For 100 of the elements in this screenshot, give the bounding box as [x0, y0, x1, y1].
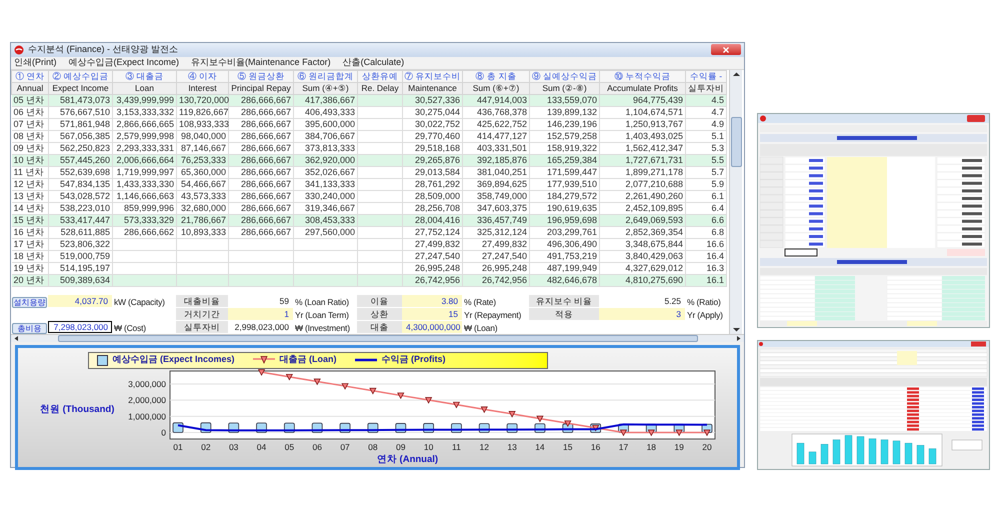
table-cell: 2,077,210,688: [625, 178, 683, 188]
table-cell: 358,749,000: [476, 190, 527, 200]
table-cell: 2,866,666,665: [116, 118, 174, 128]
close-button[interactable]: [711, 44, 741, 56]
table-cell: 11 년차: [14, 166, 44, 176]
scrollbar-thumb[interactable]: [730, 116, 742, 166]
legend-label: 대출금 (Loan): [280, 353, 337, 366]
table-cell: 286,666,667: [240, 118, 291, 128]
legend-triangle-line-icon: [252, 356, 275, 364]
table-cell: 28,004,416: [414, 214, 460, 224]
point: [676, 429, 683, 436]
table-cell: 2,293,333,331: [116, 142, 174, 152]
column-header: Sum (②-⑧): [530, 82, 600, 94]
table-cell: 6.8: [711, 226, 724, 236]
y-tick-label: 1,000,000: [128, 410, 166, 421]
input-field[interactable]: 3.80: [402, 295, 462, 307]
table-cell: 1,433,333,330: [116, 178, 174, 188]
table-cell: 286,666,667: [240, 166, 291, 176]
input-field[interactable]: 1: [228, 308, 293, 320]
x-tick-label: 08: [368, 442, 378, 452]
table-cell: 373,813,333: [304, 142, 355, 152]
column-header: ⑥ 원리금합계: [294, 70, 358, 82]
table-row[interactable]: 05 년차 581,473,073 3,439,999,999 130,720,000 286,666,667 417,386,667 30,527,336 447,914,003 133,559,070 964,775,439 4.5: [12, 94, 726, 106]
table-cell: 557,445,260: [60, 154, 110, 164]
table-cell: 3,439,999,999: [116, 94, 174, 104]
table-cell: 28,761,292: [414, 178, 460, 188]
table-cell: 5.5: [711, 154, 724, 164]
table-row[interactable]: 13 년차 543,028,572 1,146,666,663 43,573,333 286,666,667 330,240,000 28,509,000 358,749,000 184,279,572 2,261,490,260 6.1: [12, 190, 726, 202]
column-header: Expect Income: [48, 82, 112, 94]
table-cell: 533,417,447: [60, 214, 110, 224]
menu-item[interactable]: 인쇄(Print): [14, 56, 56, 70]
x-tick-label: 10: [424, 442, 434, 452]
table-cell: 16.6: [706, 238, 724, 248]
x-tick-label: 14: [535, 442, 545, 452]
table-cell: 28,256,708: [414, 202, 460, 212]
table-cell: 29,013,584: [414, 166, 460, 176]
input-field[interactable]: 3: [599, 308, 685, 320]
table-cell: 3,840,429,063: [625, 250, 683, 260]
table-cell: 406,493,333: [304, 106, 355, 116]
vertical-scrollbar[interactable]: [729, 70, 742, 334]
scrollbar-thumb[interactable]: [58, 334, 698, 342]
menu-item[interactable]: 산출(Calculate): [342, 56, 404, 70]
table-cell: 26,995,248: [414, 262, 460, 272]
table-cell: 362,920,000: [304, 154, 355, 164]
table-row[interactable]: 07 년차 571,861,948 2,866,666,665 108,933,333 286,666,667 395,600,000 30,022,752 425,622,752 146,239,196 1,250,913,767 4.9: [12, 118, 726, 130]
table-row[interactable]: 15 년차 533,417,447 573,333,329 21,786,667 286,666,667 308,453,333 28,004,416 336,457,749 196,959,698 2,649,069,593 6.6: [12, 214, 726, 226]
table-cell: 528,611,885: [60, 226, 110, 236]
table-cell: 27,752,124: [414, 226, 460, 236]
input-field[interactable]: 4,037.70: [48, 295, 112, 307]
table-row[interactable]: 06 년차 576,667,510 3,153,333,332 119,826,667 286,666,667 406,493,333 30,275,044 436,768,378 139,899,132 1,104,674,571 4.7: [12, 106, 726, 118]
x-tick-label: 15: [563, 442, 573, 452]
column-header: ⑦ 유지보수비: [402, 70, 462, 82]
table-cell: 1,727,671,731: [625, 154, 683, 164]
table-row[interactable]: 12 년차 547,834,135 1,433,333,330 54,466,667 286,666,667 341,133,333 28,761,292 369,894,625 177,939,510 2,077,210,688 5.9: [12, 178, 726, 190]
table-cell: 130,720,000: [179, 94, 230, 104]
table-row[interactable]: 18 년차 519,000,759 27,247,540 27,247,540 491,753,219 3,840,429,063 16.4: [12, 250, 726, 262]
menu-item[interactable]: 유지보수비율(Maintenance Factor): [191, 56, 331, 70]
table-cell: 09 년차: [14, 142, 44, 152]
table-cell: 196,959,698: [546, 214, 597, 224]
input-field[interactable]: 7,298,023,000: [48, 321, 112, 333]
point: [397, 392, 404, 398]
table-cell: 5.1: [711, 130, 724, 140]
table-cell: 87,146,667: [180, 142, 226, 152]
table-cell: 538,223,010: [60, 202, 110, 212]
table-row[interactable]: 19 년차 514,195,197 26,995,248 26,995,248 487,199,949 4,327,629,012 16.3: [12, 262, 726, 274]
unit-label: % (Loan Ratio): [295, 296, 349, 306]
table-row[interactable]: 14 년차 538,223,010 859,999,996 32,680,000 286,666,667 319,346,667 28,256,708 347,603,375 190,619,635 2,452,109,895 6.4: [12, 202, 726, 214]
table-row[interactable]: 09 년차 562,250,823 2,293,333,331 87,146,667 286,666,667 373,813,333 29,518,168 403,331,501 158,919,322 1,562,412,347 5.3: [12, 142, 726, 154]
x-tick-label: 11: [452, 442, 461, 452]
input-field[interactable]: 15: [402, 308, 462, 320]
column-header: 수익률 -: [686, 70, 726, 82]
point: [258, 368, 265, 375]
table-cell: 519,000,759: [60, 250, 110, 260]
table-row[interactable]: 20 년차 509,389,634 26,742,956 26,742,956 482,646,678 4,810,275,690 16.1: [12, 274, 726, 286]
table-row[interactable]: 11 년차 552,639,698 1,719,999,997 65,360,000 286,666,667 352,026,667 29,013,584 381,040,251 171,599,447 1,899,271,178 5.7: [12, 166, 726, 178]
table-row[interactable]: 17 년차 523,806,322 27,499,832 27,499,832 496,306,490 3,348,675,844 16.6: [12, 238, 726, 250]
table-cell: 08 년차: [14, 130, 44, 140]
unit-label: Yr (Repayment): [464, 310, 522, 320]
table-cell: 27,247,540: [482, 250, 527, 260]
table-row[interactable]: 16 년차 528,611,885 286,666,662 10,893,333 286,666,667 297,560,000 27,752,124 325,312,124 203,299,761 2,852,369,354 6.8: [12, 226, 726, 238]
table-cell: 133,559,070: [546, 94, 597, 104]
menu-item[interactable]: 예상수입금(Expect Income): [68, 56, 180, 70]
field-label: 대출: [357, 321, 402, 333]
settings-button[interactable]: 총비용: [12, 322, 47, 334]
table-row[interactable]: 08 년차 567,056,385 2,579,999,998 98,040,000 286,666,667 384,706,667 29,770,460 414,477,127 152,579,258 1,403,493,025 5.1: [12, 130, 726, 142]
input-field[interactable]: 4,300,000,000: [402, 321, 462, 333]
table-cell: 581,473,073: [60, 94, 110, 104]
settings-button[interactable]: 설치용량: [12, 296, 47, 308]
table-cell: 487,199,949: [546, 262, 597, 272]
table-cell: 76,253,333: [180, 154, 226, 164]
table-cell: 16 년차: [14, 226, 44, 236]
table-cell: 286,666,667: [240, 226, 291, 236]
table-row[interactable]: 10 년차 557,445,260 2,006,666,664 76,253,333 286,666,667 362,920,000 29,265,876 392,185,876 165,259,384 1,727,671,731 5.5: [12, 154, 726, 166]
table-cell: 482,646,678: [546, 274, 597, 284]
table-cell: 330,240,000: [304, 190, 355, 200]
x-tick-label: 02: [201, 442, 211, 452]
table-cell: 347,603,375: [476, 202, 527, 212]
point: [648, 429, 655, 436]
column-header: ② 예상수입금: [48, 70, 112, 82]
table-cell: 65,360,000: [180, 166, 226, 176]
